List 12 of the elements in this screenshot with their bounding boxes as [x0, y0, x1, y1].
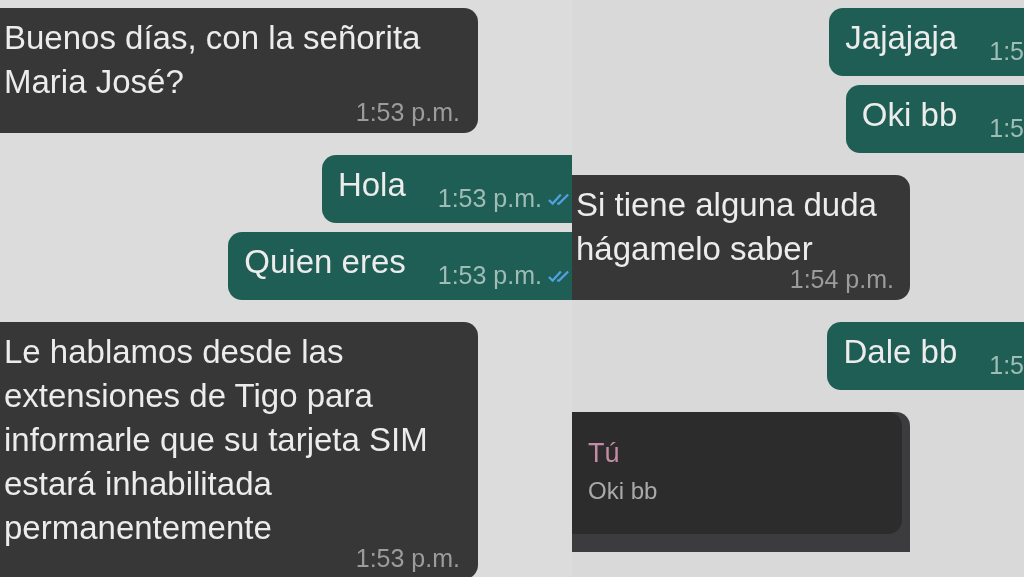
- message-text: Dale bb: [843, 332, 958, 372]
- message-time: 1:53 p.m.: [437, 184, 542, 213]
- message-text: Hola: [337, 165, 406, 205]
- quote-author: Tú: [588, 437, 621, 470]
- message-time: 1:53 p.m.: [437, 261, 542, 290]
- message-time: 1:5: [989, 114, 1024, 143]
- message-time: 1:5: [989, 351, 1024, 380]
- message-text: Quien eres: [244, 242, 406, 282]
- message-time: 1:5: [989, 37, 1024, 66]
- message-text: Jajajaja: [845, 18, 958, 58]
- message-text: Oki bb: [861, 95, 958, 135]
- quote-text: Oki bb: [588, 476, 659, 506]
